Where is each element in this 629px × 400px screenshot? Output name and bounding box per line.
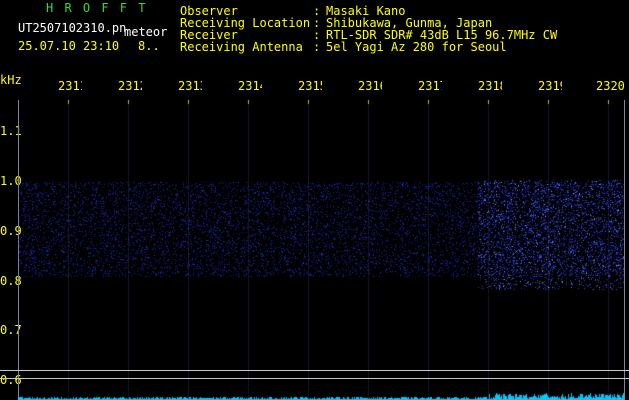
time-tick-label: 2311 <box>58 79 82 93</box>
filename-label: UT2507102310.pn <box>18 21 127 35</box>
antenna-value: 5el Yagi Az 280 for Seoul <box>326 40 507 54</box>
time-tick-label: 2314 <box>238 79 262 93</box>
time-tick-label: 2319 <box>538 79 562 93</box>
datetime-label: 25.07.10 23:10 <box>18 39 120 53</box>
app-title: H R O F F T <box>46 1 148 15</box>
reference-line-upper <box>0 370 629 371</box>
spectrogram-window: H R O F F T UT2507102310.pn meteor 25.07… <box>0 0 629 400</box>
time-tick-label: 2312 <box>118 79 142 93</box>
time-tick-label: 2315 <box>298 79 322 93</box>
unit-label: kHz <box>0 73 22 87</box>
time-tick-label: 2320 <box>596 79 625 93</box>
time-tick-label: 2317 <box>418 79 442 93</box>
reference-line-lower <box>0 378 629 379</box>
antenna-separator: : <box>313 40 321 54</box>
spectrogram-plot <box>18 100 624 400</box>
time-tick-label: 2316 <box>358 79 382 93</box>
mode-label: meteor <box>124 25 168 39</box>
time-tick-label: 2318 <box>478 79 502 93</box>
right-axis-line <box>624 100 625 400</box>
antenna-label: Receiving Antenna <box>180 40 303 54</box>
time-tick-label: 2313 <box>178 79 202 93</box>
count-label: 8.. <box>138 39 160 53</box>
